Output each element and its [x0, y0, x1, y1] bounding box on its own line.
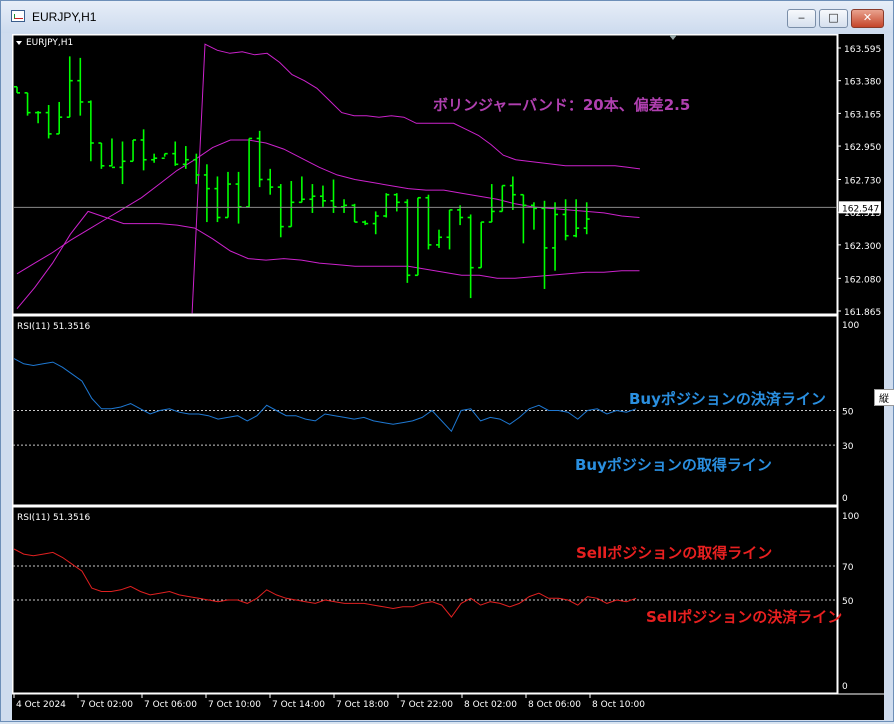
time-tick-label: 7 Oct 02:00 [80, 700, 133, 710]
window-title: EURJPY,H1 [32, 10, 97, 24]
price-tick-label: 163.595 [844, 45, 881, 55]
main-pane-title: EURJPY,H1 [26, 38, 73, 48]
rsi-sell-tick-label: 70 [842, 563, 854, 573]
price-tick-label: 162.950 [844, 143, 881, 153]
close-icon: ✕ [862, 11, 873, 24]
price-tick-label: 162.080 [844, 275, 881, 285]
price-tick-label: 162.300 [844, 242, 881, 252]
time-tick-label: 7 Oct 10:00 [208, 700, 261, 710]
rsi-sell-annotation-lower: Sellポジションの決済ライン [646, 608, 842, 626]
maximize-button[interactable]: □ [819, 9, 848, 28]
chart-window: EURJPY,H1 ‒ □ ✕ EURJPY,H1 163.595 163.380 1… [0, 0, 894, 722]
time-tick-label: 8 Oct 10:00 [592, 700, 645, 710]
pane-1-background [13, 35, 837, 314]
price-tick-label: 161.865 [844, 308, 881, 318]
rsi-buy-tick-label: 0 [842, 494, 848, 504]
rsi-sell-tick-label: 50 [842, 597, 854, 607]
bollinger-annotation: ボリンジャーバンド：20本、偏差2.5 [433, 96, 690, 114]
price-tick-label: 162.730 [844, 177, 881, 187]
rsi-buy-tick-label: 100 [842, 321, 859, 331]
rsi-sell-annotation-upper: Sellポジションの取得ライン [576, 544, 772, 562]
time-tick-label: 7 Oct 14:00 [272, 700, 325, 710]
rsi-sell-tick-label: 100 [842, 512, 859, 522]
price-tick-label: 163.165 [844, 110, 881, 120]
time-tick-label: 7 Oct 22:00 [400, 700, 453, 710]
time-tick-label: 8 Oct 06:00 [528, 700, 581, 710]
rsi-buy-title: RSI(11) 51.3516 [17, 322, 90, 332]
rsi-buy-annotation-lower: Buyポジションの取得ライン [575, 456, 772, 474]
close-button[interactable]: ✕ [851, 9, 884, 28]
title-bar[interactable]: EURJPY,H1 ‒ □ ✕ [1, 1, 893, 33]
price-axis-background [838, 34, 884, 694]
rsi-buy-tick-label: 50 [842, 408, 854, 418]
side-tab[interactable]: 縦 [874, 389, 894, 406]
rsi-buy-tick-label: 30 [842, 442, 854, 452]
time-tick-label: 4 Oct 2024 [16, 700, 66, 710]
time-tick-label: 7 Oct 18:00 [336, 700, 389, 710]
rsi-buy-annotation-upper: Buyポジションの決済ライン [629, 390, 826, 408]
maximize-icon: □ [828, 11, 839, 24]
rsi-sell-tick-label: 0 [842, 682, 848, 692]
chart-area[interactable]: EURJPY,H1 163.595 163.380 163.165 162.950 162… [12, 34, 884, 720]
time-tick-label: 7 Oct 06:00 [144, 700, 197, 710]
minimize-icon: ‒ [798, 11, 805, 24]
time-tick-label: 8 Oct 02:00 [464, 700, 517, 710]
rsi-sell-title: RSI(11) 51.3516 [17, 513, 90, 523]
chart-svg[interactable]: EURJPY,H1 163.595 163.380 163.165 162.950 162… [12, 34, 884, 720]
current-price-label: 162.547 [842, 204, 879, 214]
chart-app-icon [11, 10, 25, 22]
minimize-button[interactable]: ‒ [787, 9, 816, 28]
price-tick-label: 163.380 [844, 78, 881, 88]
